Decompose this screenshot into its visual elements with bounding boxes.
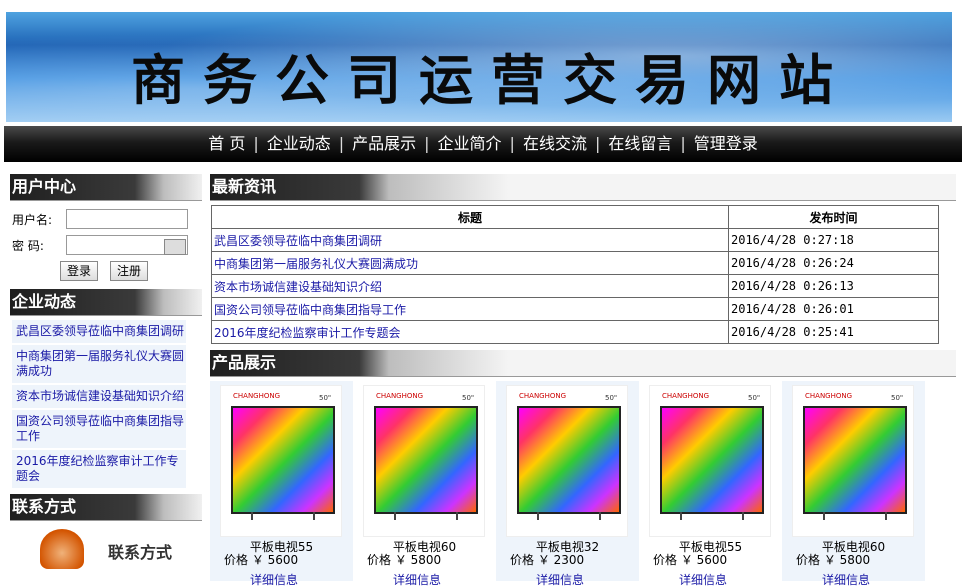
brand-text: CHANGHONG [519,392,567,400]
tv-screen-image [517,406,621,514]
product-image[interactable]: CHANGHONG 50" [506,385,628,537]
nav-separator: | [253,134,259,153]
main-content: 最新资讯 标题 发布时间 武昌区委领导莅临中商集团调研 2016/4/28 0:2… [210,174,956,587]
product-card[interactable]: CHANGHONG 50" 平板电视60 价格 ￥ 5800 详细信息 [353,381,496,587]
news-table: 标题 发布时间 武昌区委领导莅临中商集团调研 2016/4/28 0:27:18 … [211,205,939,344]
column-title: 标题 [211,205,729,229]
size-text: 50" [748,394,761,402]
products-header: 产品展示 [210,350,956,377]
contact-header: 联系方式 [10,494,202,521]
nav-separator: | [509,134,515,153]
sidebar: 用户中心 用户名: 密 码: 登录 注册 企业动态 武昌区委领导莅临中商集团调研… [10,174,202,581]
register-button[interactable]: 注册 [110,261,149,281]
list-item[interactable]: 中商集团第一届服务礼仪大赛圆满成功 [12,345,186,383]
tv-stand [537,512,601,520]
product-card[interactable]: CHANGHONG 50" 平板电视32 价格 ￥ 2300 详细信息 [496,381,639,587]
news-date: 2016/4/28 0:26:13 [728,274,939,298]
username-input[interactable] [66,209,188,229]
login-form: 用户名: 密 码: 登录 注册 [10,201,202,289]
list-item[interactable]: 国资公司领导莅临中商集团指导工作 [12,410,186,448]
nav-separator: | [680,134,686,153]
product-grid: CHANGHONG 50" 平板电视55 价格 ￥ 5600 详细信息 CHAN… [210,377,956,587]
product-price: 价格 ￥ 5800 [367,553,442,567]
nav-online-chat[interactable]: 在线交流 [523,126,587,162]
table-header: 标题 发布时间 [211,205,939,229]
site-title: 商务公司运营交易网站 [131,48,851,112]
news-link[interactable]: 中商集团第一届服务礼仪大赛圆满成功 [214,257,418,271]
login-button[interactable]: 登录 [60,261,99,281]
product-price: 价格 ￥ 5600 [653,553,728,567]
nav-separator: | [424,134,430,153]
product-image[interactable]: CHANGHONG 50" [649,385,771,537]
contact-box: 联系方式 [10,521,202,581]
product-price: 价格 ￥ 5800 [796,553,871,567]
news-link[interactable]: 2016年度纪检监察审计工作专题会 [214,326,401,340]
list-item[interactable]: 武昌区委领导莅临中商集团调研 [12,320,186,343]
keyboard-icon[interactable] [164,239,186,255]
company-news-list: 武昌区委领导莅临中商集团调研 中商集团第一届服务礼仪大赛圆满成功 资本市场诚信建… [10,316,202,488]
main-nav: 首 页 | 企业动态 | 产品展示 | 企业简介 | 在线交流 | 在线留言 | 管理登录 [4,126,962,162]
news-link[interactable]: 武昌区委领导莅临中商集团调研 [214,234,382,248]
tv-screen-image [231,406,335,514]
table-row: 武昌区委领导莅临中商集团调研 2016/4/28 0:27:18 [211,228,939,252]
nav-guestbook[interactable]: 在线留言 [608,126,672,162]
tv-stand [823,512,887,520]
product-card[interactable]: CHANGHONG 50" 平板电视55 价格 ￥ 5600 详细信息 [639,381,782,587]
brand-text: CHANGHONG [662,392,710,400]
size-text: 50" [462,394,475,402]
product-price: 价格 ￥ 5600 [224,553,299,567]
news-link[interactable]: 资本市场诚信建设基础知识介绍 [214,280,382,294]
user-center-header: 用户中心 [10,174,202,201]
product-card[interactable]: CHANGHONG 50" 平板电视60 价格 ￥ 5800 详细信息 [782,381,925,587]
product-image[interactable]: CHANGHONG 50" [792,385,914,537]
nav-separator: | [338,134,345,153]
telephone-icon [40,529,84,569]
list-item[interactable]: 2016年度纪检监察审计工作专题会 [12,450,186,488]
contact-label: 联系方式 [108,543,173,562]
latest-news-header: 最新资讯 [210,174,956,201]
table-row: 2016年度纪检监察审计工作专题会 2016/4/28 0:25:41 [211,320,939,344]
site-banner: 商务公司运营交易网站 [6,12,952,122]
tv-stand [251,512,315,520]
product-image[interactable]: CHANGHONG 50" [220,385,342,537]
news-date: 2016/4/28 0:25:41 [728,320,939,344]
nav-company-news[interactable]: 企业动态 [267,126,331,162]
list-item[interactable]: 资本市场诚信建设基础知识介绍 [12,385,186,408]
nav-home[interactable]: 首 页 [208,126,245,162]
tv-screen-image [660,406,764,514]
password-label: 密 码: [12,239,44,253]
news-date: 2016/4/28 0:26:24 [728,251,939,275]
tv-screen-image [374,406,478,514]
brand-text: CHANGHONG [805,392,853,400]
nav-separator: | [594,134,601,153]
product-price: 价格 ￥ 2300 [510,553,585,567]
size-text: 50" [605,394,618,402]
username-label: 用户名: [12,213,53,227]
nav-products[interactable]: 产品展示 [352,126,416,162]
table-row: 国资公司领导莅临中商集团指导工作 2016/4/28 0:26:01 [211,297,939,321]
news-date: 2016/4/28 0:27:18 [728,228,939,252]
company-news-header: 企业动态 [10,289,202,316]
brand-text: CHANGHONG [376,392,424,400]
size-text: 50" [319,394,332,402]
news-link[interactable]: 国资公司领导莅临中商集团指导工作 [214,303,406,317]
column-date: 发布时间 [728,205,939,229]
product-card[interactable]: CHANGHONG 50" 平板电视55 价格 ￥ 5600 详细信息 [210,381,353,587]
nav-admin-login[interactable]: 管理登录 [694,126,758,162]
size-text: 50" [891,394,904,402]
table-row: 中商集团第一届服务礼仪大赛圆满成功 2016/4/28 0:26:24 [211,251,939,275]
tv-stand [394,512,458,520]
nav-about[interactable]: 企业简介 [438,126,502,162]
table-row: 资本市场诚信建设基础知识介绍 2016/4/28 0:26:13 [211,274,939,298]
news-date: 2016/4/28 0:26:01 [728,297,939,321]
tv-stand [680,512,744,520]
brand-text: CHANGHONG [233,392,281,400]
product-image[interactable]: CHANGHONG 50" [363,385,485,537]
tv-screen-image [803,406,907,514]
